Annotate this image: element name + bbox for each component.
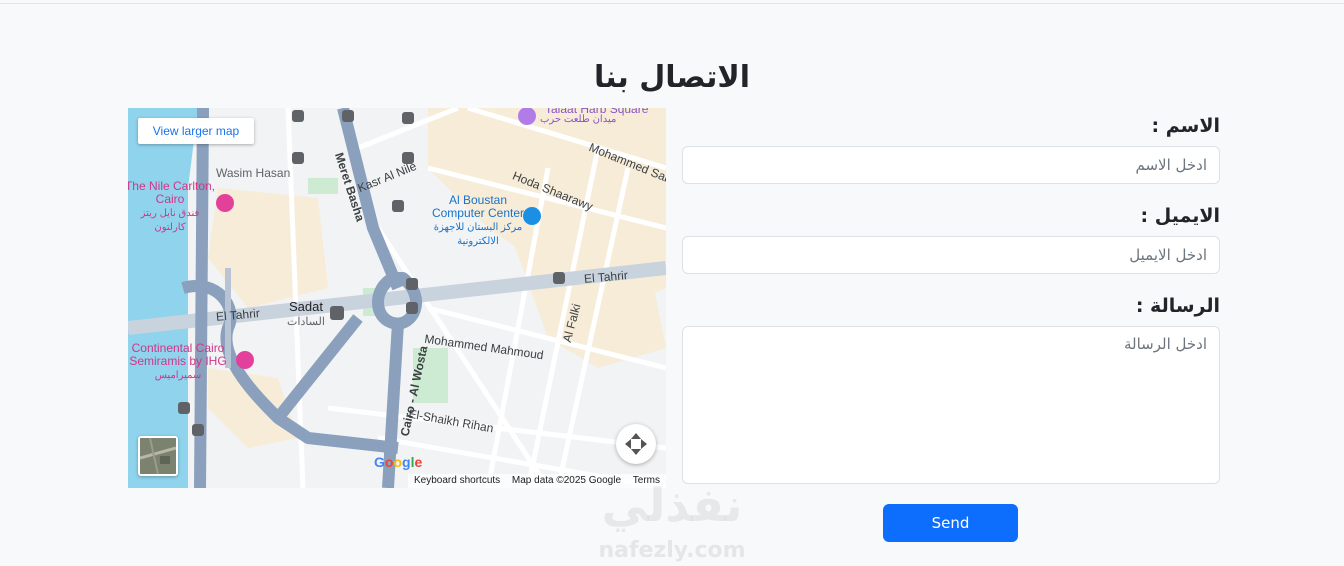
satellite-thumbnail-icon — [140, 438, 176, 474]
fullscreen-icon — [625, 433, 647, 455]
map-place-label-ar: ميدان طلعت حرب — [540, 114, 617, 125]
contact-form: الاسم : الايميل : الرسالة : — [682, 108, 1220, 484]
map-embed[interactable]: Wasim Hasan Talaat Harb Square ميدان طلع… — [128, 108, 666, 488]
satellite-layer-toggle[interactable] — [138, 436, 178, 476]
name-input[interactable] — [682, 146, 1220, 184]
send-button[interactable]: Send — [883, 504, 1018, 542]
email-label: الايميل : — [1140, 205, 1220, 227]
map-place-label: Wasim Hasan — [216, 166, 291, 180]
map-poi-nile-carlton: The Nile Carlton, Cairo فندق نايل ريتز كا… — [128, 179, 216, 234]
top-divider — [0, 3, 1344, 4]
map-place-sadat: Sadat السادات — [287, 299, 325, 329]
watermark-domain: nafezly.com — [598, 538, 746, 563]
watermark-arabic: نفذلي — [601, 478, 743, 532]
message-textarea[interactable] — [682, 326, 1220, 484]
page-title: الاتصال بنا — [594, 60, 750, 95]
map-poi-semiramis: Continental Cairo Semiramis by IHG سميرام… — [129, 341, 227, 382]
watermark: نفذلي nafezly.com — [592, 478, 752, 564]
message-label: الرسالة : — [1135, 295, 1220, 317]
fullscreen-button[interactable] — [616, 424, 656, 464]
email-input[interactable] — [682, 236, 1220, 274]
map-poi-al-boustan: Al Boustan Computer Center مركز البستان ل… — [431, 193, 525, 248]
keyboard-shortcuts-link[interactable]: Keyboard shortcuts — [414, 474, 500, 488]
google-logo: Google — [374, 454, 423, 470]
view-larger-map-button[interactable]: View larger map — [138, 118, 254, 144]
name-label: الاسم : — [1151, 115, 1220, 137]
